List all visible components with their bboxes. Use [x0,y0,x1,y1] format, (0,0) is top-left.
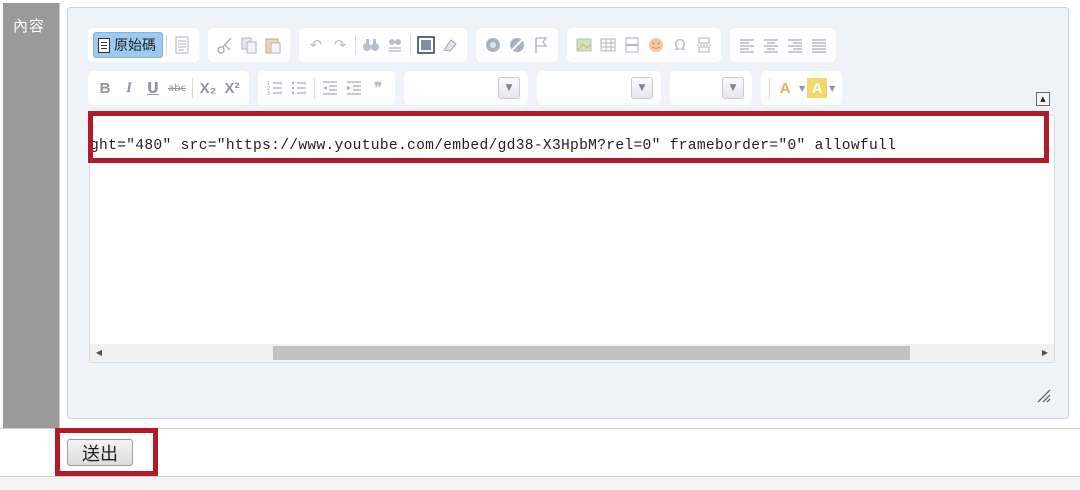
font-combo[interactable]: ▼ [537,71,661,105]
svg-text:3: 3 [267,91,270,97]
numbered-list-icon[interactable]: 123 [263,75,287,101]
toolbar-group-colors: A ▼ A ▼ [761,71,843,105]
special-char-icon[interactable]: Ω [668,32,692,58]
table-icon[interactable] [596,32,620,58]
anchor-icon[interactable] [529,32,553,58]
align-right-icon[interactable] [783,32,807,58]
remove-format-icon[interactable] [438,32,462,58]
toolbar-separator [314,78,315,98]
italic-icon[interactable]: I [117,75,141,101]
paste-icon[interactable] [261,32,285,58]
field-content-cell: 原始碼 ↶ ↷ Ω B I U abc X₂ X² 1 2 3 ❞ ▼ ▼ ▼ … [59,3,1077,428]
horizontal-rule-icon[interactable] [620,32,644,58]
format-combo[interactable]: ▼ [404,71,528,105]
toolbar-separator [166,35,167,55]
toolbar-group-align [730,28,836,62]
indent-icon[interactable] [342,75,366,101]
source-button-label: 原始碼 [114,38,156,54]
toolbar-group-basic-styles: B I U abc X₂ X² [88,71,249,105]
find-icon[interactable] [359,32,383,58]
superscript-icon[interactable]: X² [220,75,244,101]
submit-row: 送出 [0,428,1080,477]
field-label-cell: 內容 [3,3,59,428]
toolbar-separator [410,35,411,55]
toolbar-separator [355,35,356,55]
image-icon[interactable] [572,32,596,58]
blockquote-icon[interactable]: ❞ [366,75,390,101]
source-button[interactable]: 原始碼 [93,32,163,58]
size-combo[interactable]: ▼ [670,71,752,105]
toolbar-separator [192,78,193,98]
chevron-down-icon: ▼ [498,77,520,99]
chevron-down-icon[interactable]: ▼ [797,75,807,101]
toolbar-row-1: 原始碼 ↶ ↷ Ω [88,28,836,62]
page-break-icon[interactable] [692,32,716,58]
source-doc-icon [98,37,110,53]
source-code-textarea[interactable]: ght="480" src="https://www.youtube.com/e… [89,115,1055,363]
toolbar-row-2: B I U abc X₂ X² 123 ❞ ▼ ▼ ▼ A ▼ A ▼ [88,71,843,105]
background-color-icon[interactable]: A [807,78,828,98]
strike-icon[interactable]: abc [165,75,189,101]
align-justify-icon[interactable] [807,32,831,58]
collapse-toolbar-button[interactable]: ▲ [1036,92,1050,106]
chevron-down-icon: ▼ [631,77,653,99]
outdent-icon[interactable] [318,75,342,101]
toolbar-group-document: 原始碼 [88,28,199,62]
replace-icon[interactable] [383,32,407,58]
text-color-icon[interactable]: A [773,75,797,101]
link-icon[interactable] [481,32,505,58]
horizontal-scrollbar[interactable]: ◀ ▶ [90,344,1054,362]
toolbar-group-undo: ↶ ↷ [299,28,467,62]
preview-icon[interactable] [170,32,194,58]
unlink-icon[interactable] [505,32,529,58]
toolbar-group-links [476,28,558,62]
bold-icon[interactable]: B [93,75,117,101]
cut-icon[interactable] [213,32,237,58]
scrollbar-thumb[interactable] [273,346,910,360]
scroll-left-icon[interactable]: ◀ [90,344,108,362]
select-all-icon[interactable] [414,32,438,58]
underline-icon[interactable]: U [141,75,165,101]
chevron-down-icon[interactable]: ▼ [827,75,837,101]
resize-grip-icon[interactable] [1034,386,1052,404]
copy-icon[interactable] [237,32,261,58]
redo-icon[interactable]: ↷ [328,32,352,58]
smiley-icon[interactable] [644,32,668,58]
toolbar-group-clipboard [208,28,290,62]
rich-text-editor: 原始碼 ↶ ↷ Ω B I U abc X₂ X² 1 2 3 ❞ ▼ ▼ ▼ … [67,7,1069,419]
align-center-icon[interactable] [759,32,783,58]
toolbar-group-paragraph: 123 ❞ [258,71,395,105]
toolbar-separator [769,78,770,98]
submit-button[interactable]: 送出 [67,439,133,466]
toolbar-group-insert: Ω [567,28,721,62]
subscript-icon[interactable]: X₂ [196,75,220,101]
field-label: 內容 [13,17,46,35]
page-bottom-strip [0,477,1080,490]
align-left-icon[interactable] [735,32,759,58]
chevron-down-icon: ▼ [722,77,744,99]
scroll-right-icon[interactable]: ▶ [1036,344,1054,362]
undo-icon[interactable]: ↶ [304,32,328,58]
source-code-text: ght="480" src="https://www.youtube.com/e… [90,138,897,154]
bulleted-list-icon[interactable] [287,75,311,101]
